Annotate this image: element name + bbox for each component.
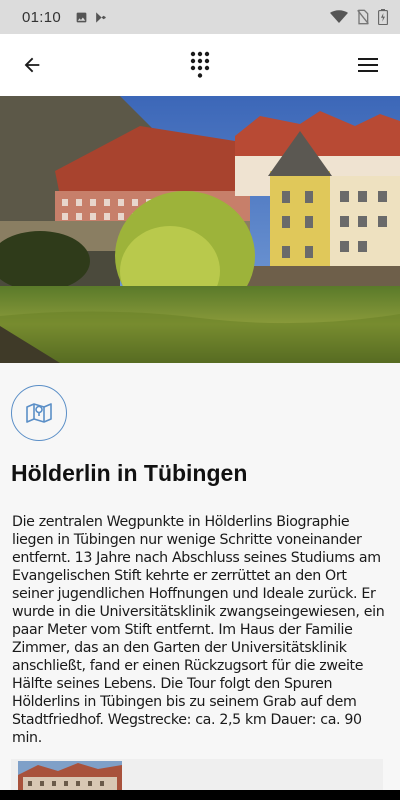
map-badge <box>11 385 67 441</box>
content-area: Hölderlin in Tübingen Die zentralen Wegp… <box>0 363 400 800</box>
dialpad-button[interactable] <box>182 47 218 83</box>
arrow-left-icon <box>24 57 40 73</box>
photo-tuebingen-riverfront <box>0 96 400 363</box>
system-nav-bar <box>0 790 400 800</box>
image-icon <box>76 12 87 22</box>
hero-image <box>0 96 400 363</box>
status-bar: 01:10 <box>0 0 400 34</box>
wifi-icon <box>330 10 348 23</box>
page-title: Hölderlin in Tübingen <box>11 460 248 486</box>
hamburger-menu-icon <box>358 58 378 72</box>
play-store-icon <box>96 11 106 23</box>
app-bar <box>0 34 400 96</box>
back-button[interactable] <box>14 47 50 83</box>
dialpad-icon <box>190 51 210 78</box>
map-icon <box>26 403 52 423</box>
menu-button[interactable] <box>350 47 386 83</box>
status-time: 01:10 <box>22 8 62 26</box>
status-icons-left <box>75 11 107 24</box>
status-right <box>330 9 388 25</box>
no-sim-icon <box>357 9 369 25</box>
battery-icon <box>378 9 388 25</box>
tour-description: Die zentralen Wegpunkte in Hölderlins Bi… <box>12 514 385 746</box>
status-left: 01:10 <box>22 9 107 26</box>
